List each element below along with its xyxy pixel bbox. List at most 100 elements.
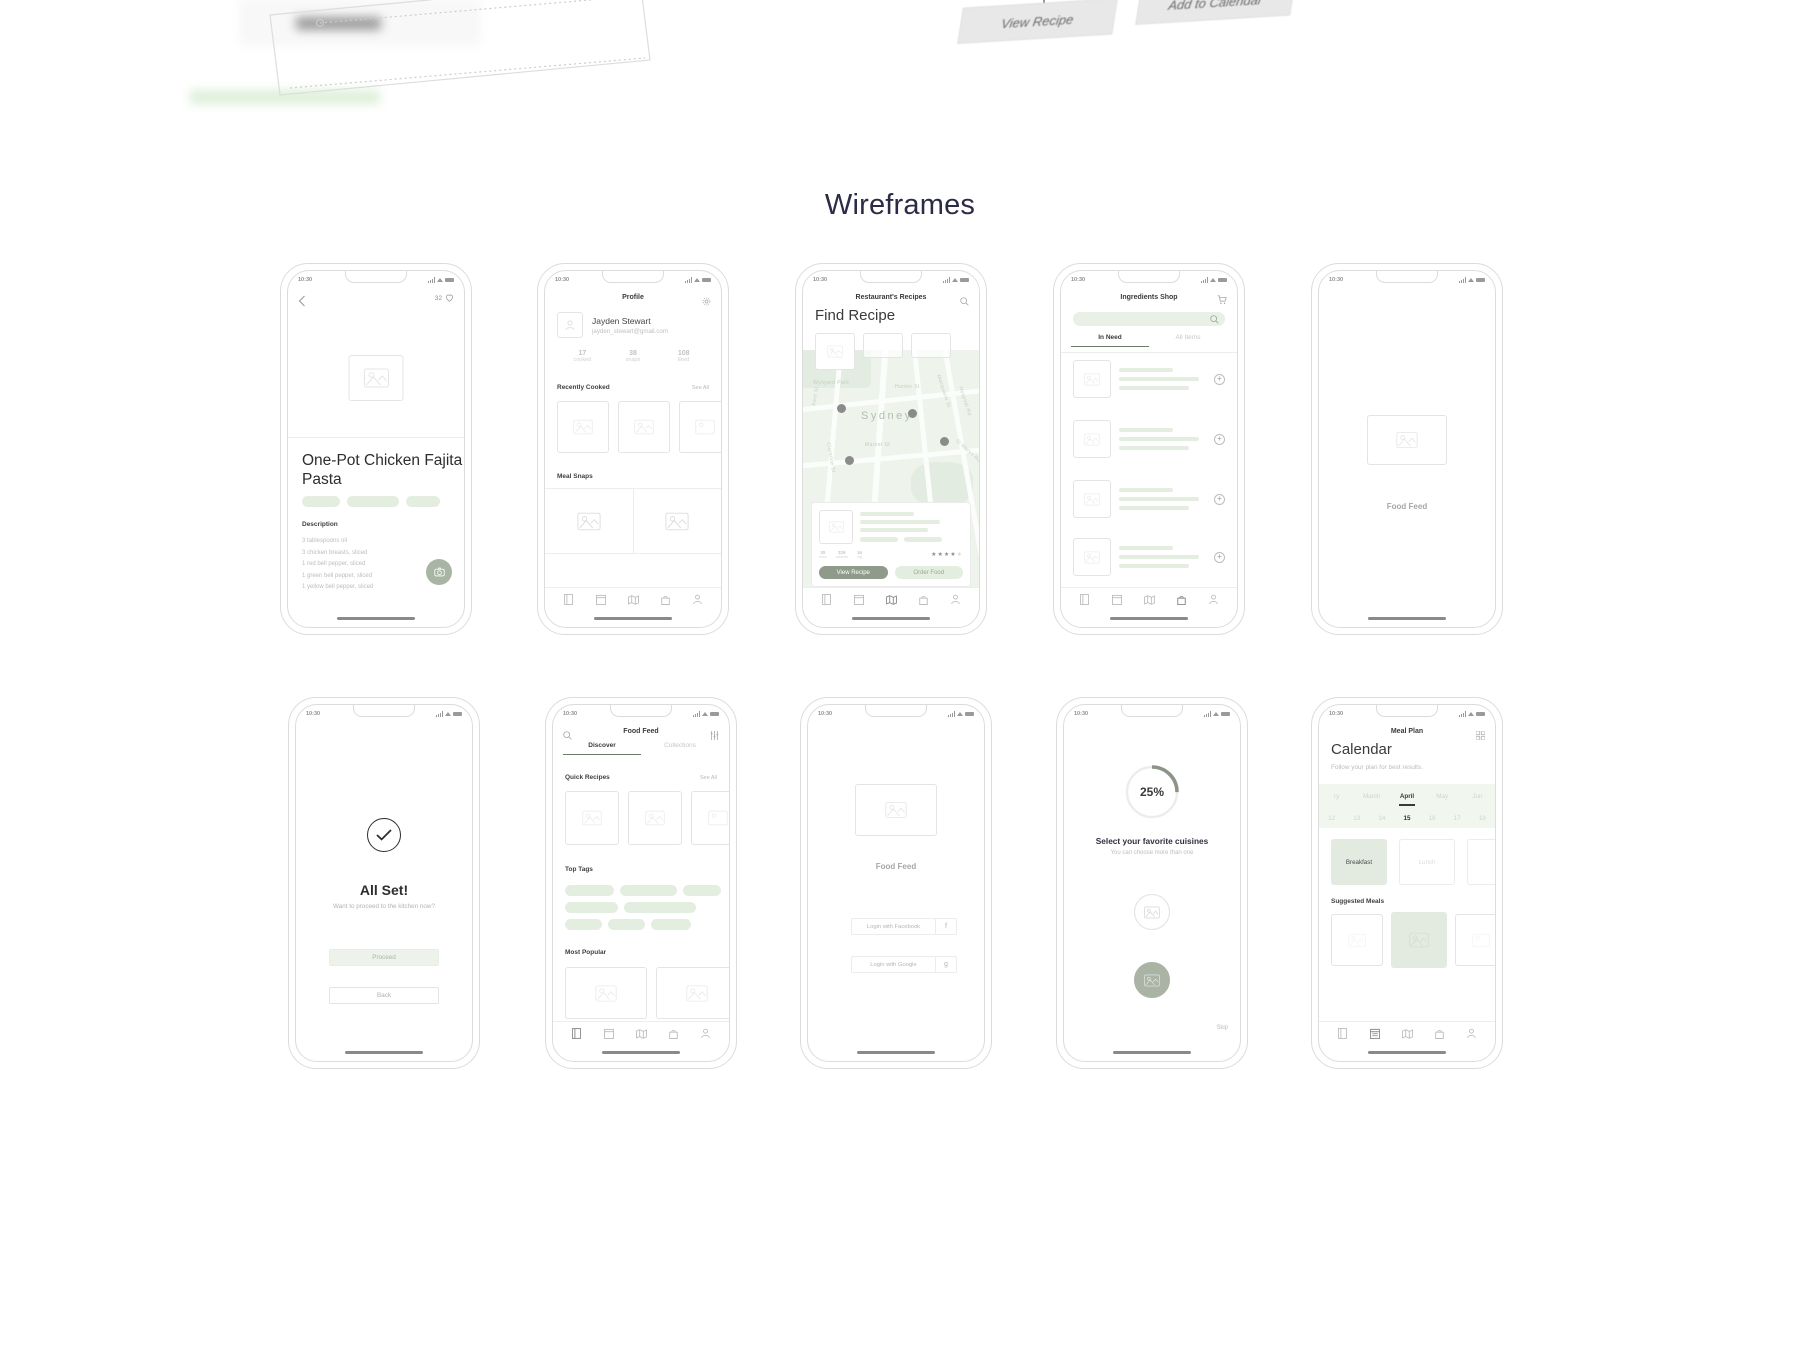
tab-map-icon[interactable]	[628, 592, 639, 610]
tab-calendar-icon[interactable]	[853, 592, 864, 610]
table-row[interactable]: +	[1073, 420, 1225, 458]
quick-recipes-carousel[interactable]	[565, 791, 729, 845]
tab-bag-icon[interactable]	[661, 592, 671, 610]
cuisine-option[interactable]	[1134, 894, 1170, 930]
order-food-button[interactable]: Order Food	[894, 566, 963, 579]
login-google-button[interactable]: Login with Google g	[851, 956, 957, 973]
tab-calendar-icon[interactable]	[1369, 1026, 1380, 1044]
day-option[interactable]: 18	[1470, 815, 1495, 822]
tab-bag-icon[interactable]	[669, 1026, 679, 1044]
meal-slot-breakfast[interactable]: Breakfast	[1331, 839, 1387, 885]
add-item-button[interactable]: +	[1214, 373, 1225, 385]
tab-book-icon[interactable]	[572, 1026, 582, 1044]
search-input[interactable]	[1073, 312, 1225, 326]
tab-profile-icon[interactable]	[701, 1026, 710, 1044]
map-pin[interactable]	[837, 404, 846, 413]
tab-all-items[interactable]: All Items	[1149, 334, 1227, 347]
map-pin[interactable]	[940, 437, 949, 446]
bottom-tab-bar[interactable]	[803, 587, 979, 613]
page-title: Wireframes	[824, 189, 976, 221]
month-option[interactable]: March	[1354, 793, 1389, 800]
tab-book-icon[interactable]	[1338, 1026, 1348, 1044]
shop-tabs[interactable]: In Need All Items	[1071, 334, 1227, 347]
map-pin[interactable]	[908, 409, 917, 418]
image-placeholder-icon	[708, 810, 728, 826]
back-button[interactable]: Back	[329, 987, 439, 1004]
add-item-button[interactable]: +	[1214, 493, 1225, 505]
search-button[interactable]	[960, 293, 969, 311]
tab-collections[interactable]: Collections	[641, 742, 719, 755]
day-option-active[interactable]: 15	[1394, 815, 1419, 822]
tab-bag-icon[interactable]	[1177, 592, 1187, 610]
recently-cooked-carousel[interactable]	[557, 401, 721, 453]
top-tags-group[interactable]	[565, 885, 729, 930]
map-pin[interactable]	[845, 456, 854, 465]
category-chips[interactable]	[815, 333, 951, 370]
phone-all-set: 10:30 All Set! Want to proceed to the ki…	[288, 697, 480, 1069]
tab-map-icon[interactable]	[636, 1026, 647, 1044]
meal-snaps-grid[interactable]	[545, 488, 721, 554]
tab-profile-icon[interactable]	[1209, 592, 1218, 610]
settings-gear-button[interactable]	[702, 293, 711, 311]
see-all-link[interactable]: See All	[692, 385, 709, 391]
tab-profile-icon[interactable]	[951, 592, 960, 610]
bottom-tab-bar[interactable]	[553, 1021, 729, 1047]
month-option[interactable]: Jun	[1460, 793, 1495, 800]
back-button[interactable]	[298, 294, 306, 312]
add-item-button[interactable]: +	[1214, 551, 1225, 563]
view-recipe-button[interactable]: View Recipe	[819, 566, 888, 579]
table-row[interactable]: +	[1073, 480, 1225, 518]
skip-link[interactable]: Skip	[1216, 1025, 1228, 1031]
feed-tabs[interactable]: Discover Collections	[563, 742, 719, 755]
camera-fab-button[interactable]	[426, 559, 452, 585]
day-selector[interactable]: 12 13 14 15 16 17 18	[1319, 808, 1495, 828]
tab-book-icon[interactable]	[1080, 592, 1090, 610]
tab-map-icon[interactable]	[1144, 592, 1155, 610]
tab-discover[interactable]: Discover	[563, 742, 641, 755]
suggested-meals-carousel[interactable]	[1331, 912, 1495, 968]
like-control[interactable]: 32	[435, 294, 454, 302]
day-option[interactable]: 14	[1369, 815, 1394, 822]
grid-view-button[interactable]	[1475, 727, 1486, 745]
deco-view-recipe-button[interactable]: View Recipe	[957, 0, 1118, 44]
tab-calendar-icon[interactable]	[1111, 592, 1122, 610]
add-item-button[interactable]: +	[1214, 433, 1225, 445]
day-option[interactable]: 17	[1445, 815, 1470, 822]
tab-bag-icon[interactable]	[1435, 1026, 1445, 1044]
meal-slot-lunch[interactable]: Lunch	[1399, 839, 1455, 885]
deco-add-to-calendar-button[interactable]: Add to Calendar	[1135, 0, 1296, 25]
tab-map-icon[interactable]	[1402, 1026, 1413, 1044]
see-all-link[interactable]: See All	[700, 775, 717, 781]
table-row[interactable]: +	[1073, 360, 1225, 398]
home-indicator	[852, 617, 930, 620]
tab-calendar-icon[interactable]	[603, 1026, 614, 1044]
tab-in-need[interactable]: In Need	[1071, 334, 1149, 347]
month-selector[interactable]: ry March April May Jun	[1319, 784, 1495, 808]
tab-bag-icon[interactable]	[919, 592, 929, 610]
tab-calendar-icon[interactable]	[595, 592, 606, 610]
table-row[interactable]: +	[1073, 538, 1225, 576]
month-option-active[interactable]: April	[1389, 793, 1424, 800]
month-option[interactable]: May	[1425, 793, 1460, 800]
proceed-button[interactable]: Proceed	[329, 949, 439, 966]
bottom-tab-bar[interactable]	[545, 587, 721, 613]
cuisine-option-selected[interactable]	[1134, 962, 1170, 998]
cart-button[interactable]	[1217, 292, 1227, 310]
login-facebook-button[interactable]: Login with Facebook f	[851, 918, 957, 935]
month-option[interactable]: ry	[1319, 793, 1354, 800]
tab-book-icon[interactable]	[564, 592, 574, 610]
meal-slot-next[interactable]	[1467, 839, 1495, 885]
day-option[interactable]: 12	[1319, 815, 1344, 822]
bottom-tab-bar[interactable]	[1061, 587, 1237, 613]
bottom-tab-bar[interactable]	[1319, 1021, 1495, 1047]
tab-book-icon[interactable]	[822, 592, 832, 610]
home-indicator	[1110, 617, 1188, 620]
day-option[interactable]: 13	[1344, 815, 1369, 822]
profile-stats: 17 cooked 38 snaps 108 liked	[557, 350, 709, 363]
tab-map-icon[interactable]	[885, 592, 897, 610]
tab-profile-icon[interactable]	[693, 592, 702, 610]
restaurant-result-card[interactable]: 30 mins 326 calories 16 ing ★★★★★ View Reci…	[811, 502, 971, 587]
most-popular-carousel[interactable]	[565, 967, 729, 1019]
tab-profile-icon[interactable]	[1467, 1026, 1476, 1044]
day-option[interactable]: 16	[1420, 815, 1445, 822]
